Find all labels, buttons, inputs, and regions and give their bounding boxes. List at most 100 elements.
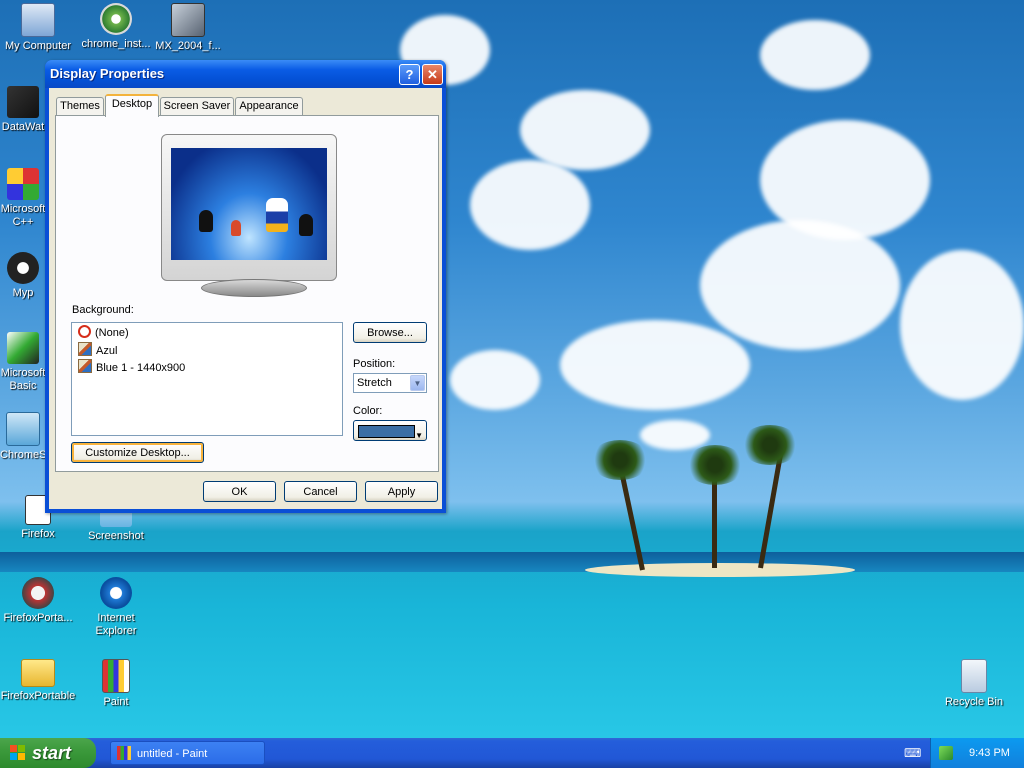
desktop-icon-label: Firefox — [21, 528, 55, 540]
tab-themes[interactable]: Themes — [56, 97, 104, 115]
taskbar-item-paint[interactable]: untitled - Paint — [110, 741, 265, 765]
taskbar-item-label: untitled - Paint — [137, 748, 208, 760]
color-label: Color: — [353, 405, 383, 417]
background-label: Background: — [72, 304, 134, 316]
background-item-blue1[interactable]: Blue 1 - 1440x900 — [78, 359, 185, 375]
tab-appearance[interactable]: Appearance — [235, 97, 303, 115]
desktop-icon-internet-explorer[interactable]: Internet Explorer — [78, 577, 154, 638]
background-item-none[interactable]: (None) — [78, 325, 129, 341]
ok-button[interactable]: OK — [203, 481, 276, 502]
desktop-icon-datawatch[interactable]: DataWat — [0, 86, 46, 134]
window-client-area: Themes Desktop Screen Saver Appearance B… — [49, 88, 442, 509]
windows-logo-icon — [10, 745, 26, 761]
system-tray: 9:43 PM — [930, 738, 1024, 768]
display-properties-window[interactable]: Display Properties ? ✕ Themes Desktop Sc… — [45, 60, 446, 513]
paint-icon — [102, 659, 130, 693]
position-value: Stretch — [357, 377, 392, 389]
color-swatch — [358, 425, 415, 438]
desktop-icon-myp[interactable]: Myp — [0, 252, 46, 300]
desktop-icon-chromes[interactable]: ChromeS — [0, 412, 46, 462]
cloud — [450, 350, 540, 410]
chromes-icon — [6, 412, 40, 446]
mx2004-icon — [171, 3, 205, 37]
start-button[interactable]: start — [0, 738, 96, 768]
wallpaper-preview — [171, 148, 327, 260]
position-dropdown[interactable]: Stretch ▼ — [353, 373, 427, 393]
monitor-preview — [161, 134, 337, 281]
help-button[interactable]: ? — [399, 64, 420, 85]
desktop-icon-label: FirefoxPortable — [0, 690, 76, 702]
myp-icon — [7, 252, 39, 284]
ms-visual-basic-icon — [7, 332, 39, 364]
none-icon — [78, 325, 91, 338]
cartoon-character — [231, 220, 241, 236]
tab-screen-saver[interactable]: Screen Saver — [160, 97, 234, 115]
cancel-button[interactable]: Cancel — [284, 481, 357, 502]
chevron-down-icon[interactable]: ▼ — [410, 375, 425, 391]
cloud — [900, 250, 1024, 400]
desktop-icon-label: Paint — [103, 696, 129, 708]
position-label: Position: — [353, 358, 396, 370]
desktop-icon-label: DataWat — [1, 121, 45, 133]
island — [585, 563, 855, 577]
desktop-icon-label: ChromeS — [0, 449, 47, 461]
close-button[interactable]: ✕ — [422, 64, 443, 85]
palm-leaves — [740, 425, 800, 465]
internet-explorer-icon — [100, 577, 132, 609]
desktop-icon-paint[interactable]: Paint — [78, 659, 154, 709]
list-item-label: (None) — [95, 327, 129, 339]
image-file-icon — [78, 359, 92, 373]
list-item-label: Blue 1 - 1440x900 — [96, 362, 186, 374]
title-bar[interactable]: Display Properties ? ✕ — [45, 60, 446, 88]
cartoon-character — [266, 198, 288, 232]
ms-visual-cpp-icon — [7, 168, 39, 200]
monitor-stand — [201, 279, 307, 297]
background-item-azul[interactable]: Azul — [78, 342, 117, 358]
firefoxportable-folder-icon — [21, 659, 55, 687]
recycle-bin-icon — [961, 659, 987, 693]
desktop-icon-label: chrome_inst... — [81, 38, 151, 50]
my-computer-icon — [21, 3, 55, 37]
cloud — [560, 320, 750, 410]
desktop-icon-firefoxportable-shortcut[interactable]: FirefoxPorta... — [0, 577, 76, 625]
list-item-label: Azul — [96, 345, 118, 357]
desktop-icon-label: Myp — [12, 287, 34, 299]
desktop-icon-ms-visual-cpp[interactable]: Microsoft C++ — [0, 168, 46, 229]
cloud — [700, 220, 900, 350]
firefoxportable-shortcut-icon — [22, 577, 54, 609]
customize-desktop-button[interactable]: Customize Desktop... — [71, 442, 204, 463]
cartoon-character — [199, 210, 213, 232]
desktop-icon-label: Screenshot — [88, 530, 144, 542]
color-picker-button[interactable]: ▼ — [353, 420, 427, 441]
apply-button[interactable]: Apply — [365, 481, 438, 502]
desktop-tab-panel: Background: (None) Azul Blue 1 - 1440x90… — [55, 115, 439, 472]
horizon — [0, 552, 1024, 572]
desktop-icon-label: Recycle Bin — [944, 696, 1004, 708]
desktop-icon-label: Microsoft C++ — [0, 203, 46, 228]
network-icon[interactable] — [939, 746, 953, 760]
cartoon-character — [299, 214, 313, 236]
desktop-icon-label: FirefoxPorta... — [3, 612, 73, 624]
desktop-icon-my-computer[interactable]: My Computer — [0, 3, 76, 53]
palm-trunk — [758, 451, 784, 569]
desktop-icon-firefoxportable-folder[interactable]: FirefoxPortable — [0, 659, 76, 703]
desktop-icon-chrome-installer[interactable]: chrome_inst... — [78, 3, 154, 51]
start-label: start — [32, 743, 72, 763]
desktop-wallpaper: My Computer chrome_inst... MX_2004_f... … — [0, 0, 1024, 738]
palm-leaves — [590, 440, 650, 480]
cloud — [470, 160, 590, 250]
desktop-icon-recycle-bin[interactable]: Recycle Bin — [936, 659, 1012, 709]
clock[interactable]: 9:43 PM — [969, 738, 1010, 768]
desktop-icon-mx2004[interactable]: MX_2004_f... — [150, 3, 226, 53]
cloud — [640, 420, 710, 450]
desktop-icon-ms-visual-basic[interactable]: Microsoft Basic — [0, 332, 46, 393]
cloud — [520, 90, 650, 170]
background-listbox[interactable]: (None) Azul Blue 1 - 1440x900 — [71, 322, 343, 436]
image-file-icon — [78, 342, 92, 356]
browse-button[interactable]: Browse... — [353, 322, 427, 343]
tab-desktop[interactable]: Desktop — [105, 94, 159, 117]
cloud — [760, 20, 870, 90]
chrome-installer-icon — [100, 3, 132, 35]
keyboard-icon[interactable]: ⌨ — [904, 747, 921, 759]
window-title: Display Properties — [50, 66, 165, 81]
